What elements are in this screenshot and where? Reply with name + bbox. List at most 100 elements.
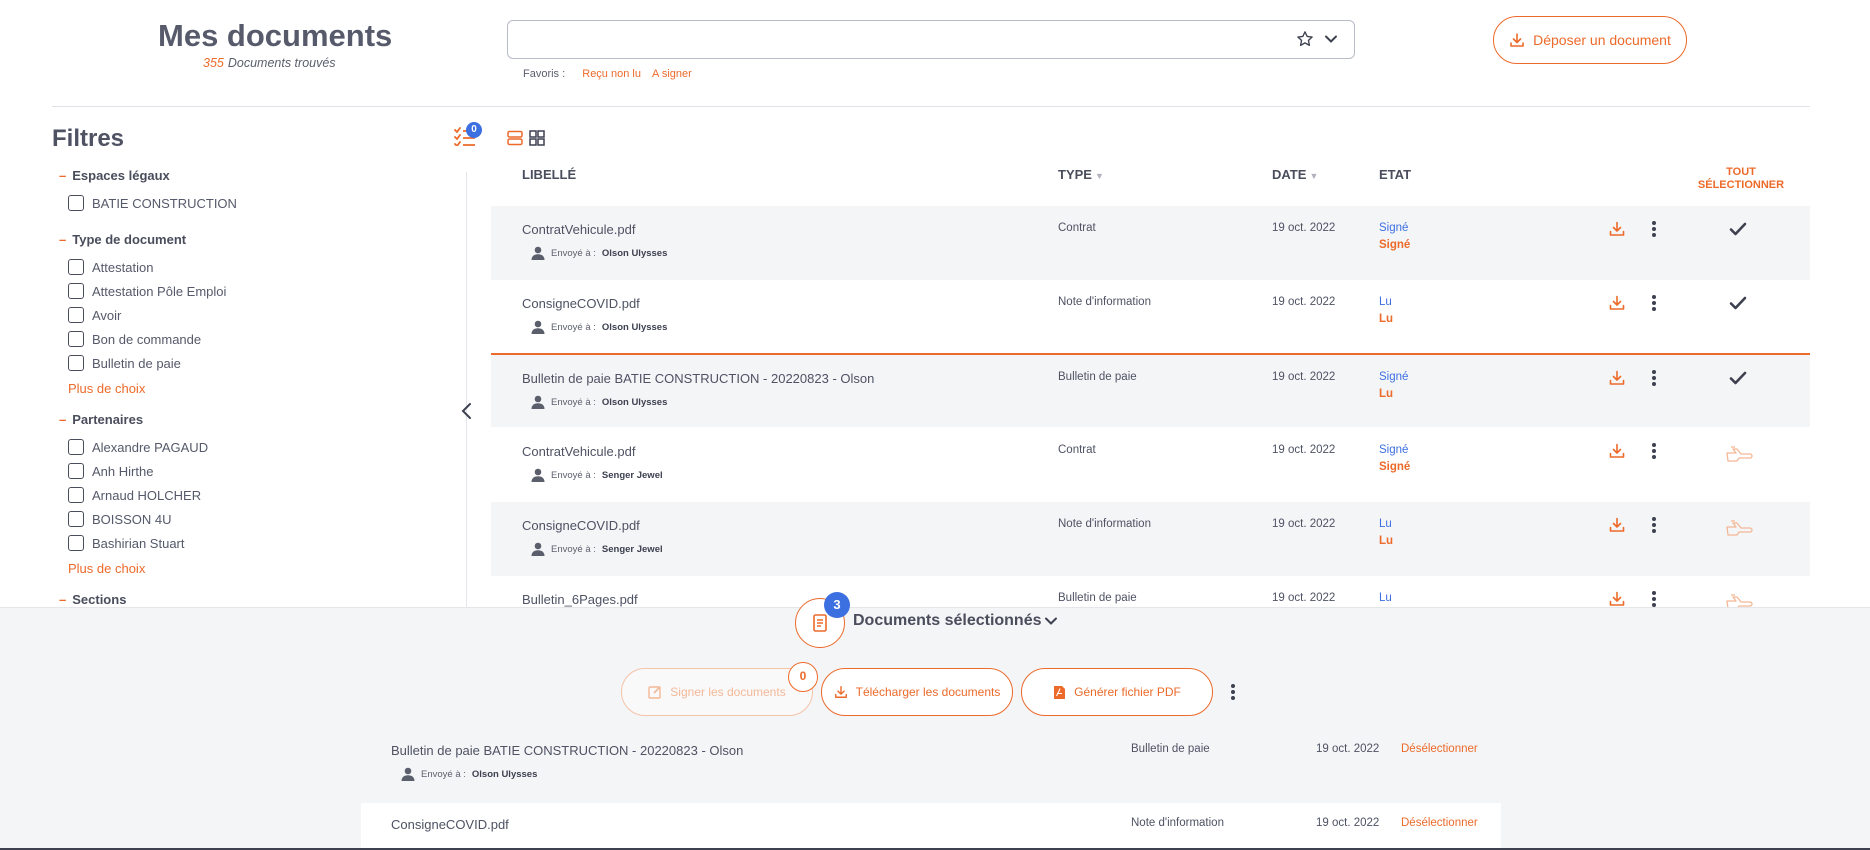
checkbox[interactable] bbox=[68, 511, 84, 527]
filter-checkbox-arnaud-holcher[interactable]: Arnaud HOLCHER bbox=[68, 487, 201, 503]
column-header-date[interactable]: DATE ▼ bbox=[1272, 167, 1318, 182]
collapse-sidebar-icon[interactable] bbox=[460, 402, 474, 425]
document-name[interactable]: ConsigneCOVID.pdf bbox=[522, 296, 640, 311]
status-secondary: Signé bbox=[1379, 239, 1411, 251]
deselect-link[interactable]: Désélectionner bbox=[1401, 817, 1478, 829]
checkbox[interactable] bbox=[68, 195, 84, 211]
download-icon[interactable] bbox=[1609, 517, 1625, 538]
status-primary: Lu bbox=[1379, 592, 1392, 604]
table-row[interactable]: Bulletin_6Pages.pdf Bulletin de paie 19 oc… bbox=[491, 576, 1810, 610]
filter-checkbox-bon-de-commande[interactable]: Bon de commande bbox=[68, 331, 201, 347]
selected-document-row: Bulletin de paie BATIE CONSTRUCTION - 20… bbox=[361, 729, 1501, 803]
document-name[interactable]: Bulletin_6Pages.pdf bbox=[522, 592, 638, 607]
download-icon bbox=[834, 686, 847, 698]
document-type: Note d'information bbox=[1131, 817, 1224, 829]
checkbox[interactable] bbox=[68, 283, 84, 299]
star-icon[interactable] bbox=[1296, 30, 1314, 53]
checkbox[interactable] bbox=[68, 259, 84, 275]
document-type: Bulletin de paie bbox=[1058, 592, 1137, 604]
table-row[interactable]: ContratVehicule.pdf Envoyé à : Olson Ulyss… bbox=[491, 206, 1810, 280]
checkbox[interactable] bbox=[68, 331, 84, 347]
checkmark-icon[interactable] bbox=[1729, 371, 1747, 390]
recipient-info: Envoyé à : Olson Ulysses bbox=[531, 395, 667, 409]
column-header-type[interactable]: TYPE ▼ bbox=[1058, 167, 1104, 182]
recipient-info: Envoyé à : Olson Ulysses bbox=[531, 246, 667, 260]
document-count: 355 Documents trouvés bbox=[203, 56, 336, 70]
filter-checkbox-anh-hirthe[interactable]: Anh Hirthe bbox=[68, 463, 153, 479]
checkbox[interactable] bbox=[68, 535, 84, 551]
chevron-down-icon[interactable] bbox=[1044, 614, 1058, 633]
checkbox[interactable] bbox=[68, 463, 84, 479]
chevron-down-icon[interactable] bbox=[1324, 32, 1338, 51]
selected-documents-title[interactable]: Documents sélectionnés bbox=[853, 612, 1042, 630]
page-title: Mes documents bbox=[158, 18, 393, 53]
list-view-icon[interactable] bbox=[507, 130, 523, 151]
favorites-bar: Favoris : Reçu non lu A signer bbox=[523, 68, 692, 80]
download-icon[interactable] bbox=[1609, 295, 1625, 316]
filter-section-partners[interactable]: – Partenaires bbox=[59, 412, 143, 427]
user-icon bbox=[531, 395, 545, 409]
status-primary: Lu bbox=[1379, 518, 1392, 530]
table-row[interactable]: ConsigneCOVID.pdf Envoyé à : Olson Ulysses… bbox=[491, 280, 1810, 354]
sort-icon[interactable]: ▼ bbox=[1095, 171, 1104, 181]
filter-checkbox-batie-construction[interactable]: BATIE CONSTRUCTION bbox=[68, 195, 237, 211]
download-documents-button[interactable]: Télécharger les documents bbox=[821, 668, 1013, 716]
user-icon bbox=[531, 246, 545, 260]
sent-to-label: Envoyé à : bbox=[551, 543, 596, 555]
checkmark-icon[interactable] bbox=[1729, 296, 1747, 315]
recipient-name: Olson Ulysses bbox=[601, 396, 668, 408]
filter-section-legal-spaces[interactable]: – Espaces légaux bbox=[59, 168, 170, 183]
status-secondary: Lu bbox=[1379, 388, 1394, 400]
document-date: 19 oct. 2022 bbox=[1272, 222, 1336, 234]
select-hand-icon[interactable] bbox=[1725, 444, 1753, 467]
document-type: Note d'information bbox=[1058, 296, 1151, 308]
checkmark-icon[interactable] bbox=[1729, 222, 1747, 241]
select-all-button[interactable]: TOUT SÉLECTIONNER bbox=[1689, 166, 1793, 192]
table-row[interactable]: ConsigneCOVID.pdf Envoyé à : Senger Jewel N… bbox=[491, 502, 1810, 576]
filter-checkbox-avoir[interactable]: Avoir bbox=[68, 307, 121, 323]
upload-document-label: Déposer un document bbox=[1533, 32, 1671, 48]
deselect-link[interactable]: Désélectionner bbox=[1401, 743, 1478, 755]
checkbox[interactable] bbox=[68, 307, 84, 323]
filter-section-sections[interactable]: – Sections bbox=[59, 592, 126, 607]
filter-checkbox-boisson-4u[interactable]: BOISSON 4U bbox=[68, 511, 171, 527]
download-icon[interactable] bbox=[1609, 370, 1625, 391]
document-name[interactable]: Bulletin de paie BATIE CONSTRUCTION - 20… bbox=[522, 371, 874, 386]
status-primary: Signé bbox=[1379, 371, 1409, 383]
more-options-icon[interactable] bbox=[1651, 295, 1657, 316]
filter-checkbox-bulletin-de-paie[interactable]: Bulletin de paie bbox=[68, 355, 181, 371]
search-input[interactable] bbox=[507, 20, 1355, 59]
edit-icon bbox=[648, 686, 661, 699]
select-hand-icon[interactable] bbox=[1725, 518, 1753, 541]
filter-checkbox-alexandre-pagaud[interactable]: Alexandre PAGAUD bbox=[68, 439, 208, 455]
document-name[interactable]: ConsigneCOVID.pdf bbox=[522, 518, 640, 533]
download-icon[interactable] bbox=[1609, 443, 1625, 464]
upload-document-button[interactable]: Déposer un document bbox=[1493, 16, 1687, 64]
more-actions-icon[interactable] bbox=[1230, 684, 1236, 705]
more-options-icon[interactable] bbox=[1651, 370, 1657, 391]
column-header-label[interactable]: LIBELLÉ bbox=[522, 167, 576, 182]
more-options-icon[interactable] bbox=[1651, 221, 1657, 242]
checkbox[interactable] bbox=[68, 487, 84, 503]
checkbox[interactable] bbox=[68, 439, 84, 455]
generate-pdf-button[interactable]: Générer fichier PDF bbox=[1021, 668, 1213, 716]
favorite-chip-to-sign[interactable]: A signer bbox=[652, 68, 692, 80]
document-name[interactable]: ContratVehicule.pdf bbox=[522, 222, 635, 237]
sort-icon[interactable]: ▼ bbox=[1309, 171, 1318, 181]
grid-view-icon[interactable] bbox=[529, 130, 545, 151]
table-row[interactable]: Bulletin de paie BATIE CONSTRUCTION - 20… bbox=[491, 353, 1810, 427]
filter-checkbox-bashirian-stuart[interactable]: Bashirian Stuart bbox=[68, 535, 185, 551]
filter-section-document-type[interactable]: – Type de document bbox=[59, 232, 186, 247]
more-choices-link-partners[interactable]: Plus de choix bbox=[68, 561, 145, 576]
download-icon[interactable] bbox=[1609, 221, 1625, 242]
checkbox[interactable] bbox=[68, 355, 84, 371]
more-options-icon[interactable] bbox=[1651, 443, 1657, 464]
document-name[interactable]: ContratVehicule.pdf bbox=[522, 444, 635, 459]
filter-checkbox-attestation-pole-emploi[interactable]: Attestation Pôle Emploi bbox=[68, 283, 226, 299]
sign-documents-button[interactable]: Signer les documents bbox=[621, 668, 813, 716]
favorite-chip-unread[interactable]: Reçu non lu bbox=[582, 68, 641, 80]
more-choices-link-document-type[interactable]: Plus de choix bbox=[68, 381, 145, 396]
table-row[interactable]: ContratVehicule.pdf Envoyé à : Senger Jewe… bbox=[491, 428, 1810, 502]
filter-checkbox-attestation[interactable]: Attestation bbox=[68, 259, 153, 275]
more-options-icon[interactable] bbox=[1651, 517, 1657, 538]
